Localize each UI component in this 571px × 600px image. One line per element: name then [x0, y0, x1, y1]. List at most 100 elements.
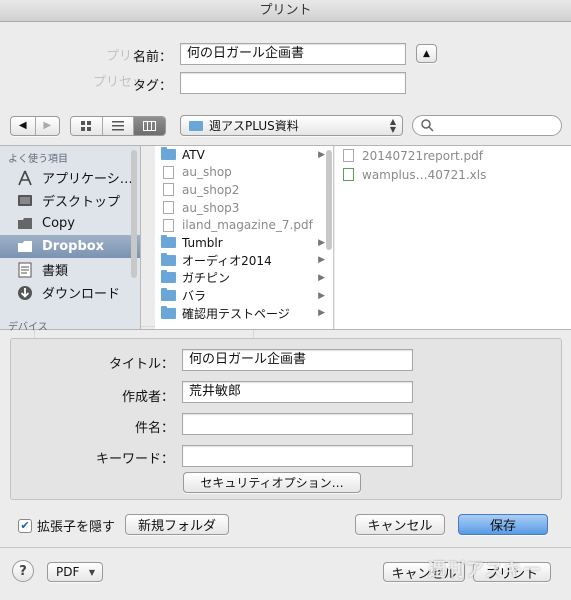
sidebar-scrollbar[interactable]	[131, 150, 137, 278]
item-name: 20140721report.pdf	[362, 148, 484, 163]
list-item[interactable]: au_shop	[155, 164, 333, 182]
keywords-label: キーワード：	[95, 452, 174, 467]
sidebar-item-label: Copy	[42, 216, 75, 231]
sidebar-item-downloads[interactable]: ダウンロード	[0, 281, 140, 304]
sidebar-item-copy[interactable]: Copy	[0, 212, 140, 235]
spreadsheet-icon	[343, 168, 354, 181]
disclosure-arrow-icon: ▶	[318, 272, 325, 283]
item-name: バラ	[182, 289, 207, 304]
disclosure-arrow-icon: ▶	[318, 290, 325, 301]
subject-label: 件名：	[134, 421, 174, 436]
checkbox-checked-icon[interactable]: ✔	[18, 518, 32, 533]
list-item[interactable]: Tumblr ▶	[155, 234, 333, 252]
folder-icon	[161, 235, 176, 249]
list-item[interactable]: ガチピン ▶	[155, 269, 333, 287]
collapse-button[interactable]: ▲	[416, 44, 437, 63]
list-item[interactable]: wamplus…40721.xls	[335, 165, 571, 184]
pdf-menu-label: PDF	[56, 565, 80, 579]
watermark-logo: 週刊アスキー	[428, 560, 542, 581]
disclosure-arrow-icon: ▶	[318, 149, 325, 160]
sidebar: よく使う項目 アプリケーシ… デスクトップ Copy Dropbox 書類 ダウ…	[0, 146, 141, 333]
sidebar-item-desktop[interactable]: デスクトップ	[0, 189, 140, 212]
author-label: 作成者：	[121, 390, 174, 405]
forward-arrow-icon[interactable]: ▶	[36, 117, 60, 135]
item-name: ガチピン	[182, 271, 231, 286]
sidebar-item-label: Dropbox	[42, 239, 105, 254]
back-arrow-icon[interactable]: ◀	[11, 117, 36, 135]
column-1-scrollbar[interactable]	[326, 150, 332, 250]
list-item[interactable]: バラ ▶	[155, 287, 333, 305]
folder-icon	[161, 252, 176, 266]
browser-column-2: 20140721report.pdf wamplus…40721.xls	[335, 146, 571, 329]
save-button[interactable]: 保存	[458, 514, 548, 535]
sidebar-header-devices: デバイス	[8, 322, 48, 333]
author-field[interactable]: 荒井敏郎	[182, 381, 413, 403]
item-name: Tumblr	[182, 235, 223, 250]
tag-label: タグ：	[132, 79, 172, 94]
sidebar-header-favorites: よく使う項目	[8, 154, 68, 165]
downloads-icon	[16, 285, 34, 301]
folder-icon	[16, 239, 34, 255]
location-popup[interactable]: 週アスPLUS資料 ▲ ▼	[180, 115, 403, 136]
list-item[interactable]: 確認用テストページ ▶	[155, 304, 333, 322]
columns-icon	[143, 121, 157, 131]
title-field[interactable]: 何の日ガール企画書	[182, 349, 413, 371]
hide-extension-label: 拡張子を隠す	[37, 520, 116, 535]
list-item[interactable]: iland_magazine_7.pdf	[155, 216, 333, 234]
applications-icon	[16, 170, 34, 186]
back-forward-control[interactable]: ◀ ▶	[10, 116, 60, 136]
updown-chevron-icon: ▲ ▼	[389, 116, 396, 134]
item-name: iland_magazine_7.pdf	[182, 218, 313, 233]
file-icon	[163, 201, 174, 215]
help-icon: ?	[19, 563, 27, 579]
new-folder-button[interactable]: 新規フォルダ	[125, 514, 229, 535]
file-icon	[163, 165, 174, 179]
disclosure-arrow-icon: ▶	[318, 308, 325, 319]
list-view-button[interactable]	[102, 117, 135, 135]
documents-icon	[16, 262, 34, 278]
keywords-field[interactable]	[182, 445, 413, 467]
sidebar-item-applications[interactable]: アプリケーシ…	[0, 166, 140, 189]
folder-icon	[16, 216, 34, 232]
name-field[interactable]: 何の日ガール企画書	[180, 43, 406, 65]
pdf-menu-button[interactable]: PDF ▼	[47, 562, 103, 582]
view-mode-control[interactable]	[70, 116, 166, 136]
cancel-button[interactable]: キャンセル	[355, 514, 445, 535]
tag-field[interactable]	[180, 72, 406, 94]
chevron-up-icon: ▲	[423, 48, 430, 59]
item-name: wamplus…40721.xls	[362, 167, 487, 182]
search-icon	[421, 119, 434, 132]
folder-icon	[161, 305, 176, 319]
name-label: 名前：	[132, 50, 172, 65]
icon-view-button[interactable]	[71, 117, 103, 135]
subject-field[interactable]	[182, 413, 413, 435]
list-item[interactable]: 20140721report.pdf	[335, 146, 571, 165]
file-icon	[343, 149, 354, 162]
search-field[interactable]	[412, 115, 562, 136]
item-name: 確認用テストページ	[182, 306, 290, 321]
file-icon	[163, 218, 174, 232]
help-button[interactable]: ?	[12, 560, 34, 582]
divider	[0, 547, 571, 548]
list-item[interactable]: au_shop2	[155, 181, 333, 199]
sidebar-item-dropbox[interactable]: Dropbox	[0, 235, 140, 258]
list-item[interactable]: ATV ▶	[155, 146, 333, 164]
column-view-button[interactable]	[134, 117, 165, 135]
security-options-button[interactable]: セキュリティオプション…	[183, 472, 361, 493]
sidebar-item-label: デスクトップ	[42, 195, 121, 210]
hide-extension-control[interactable]: ✔ 拡張子を隠す	[18, 516, 115, 535]
item-name: au_shop2	[182, 182, 240, 197]
sidebar-item-documents[interactable]: 書類	[0, 258, 140, 281]
list-item[interactable]: オーディオ2014 ▶	[155, 252, 333, 270]
item-name: au_shop3	[182, 200, 240, 215]
chevron-down-icon: ▼	[88, 567, 95, 577]
divider	[0, 329, 571, 330]
disclosure-arrow-icon: ▶	[318, 255, 325, 266]
location-label: 週アスPLUS資料	[209, 119, 299, 133]
folder-icon	[161, 270, 176, 284]
list-item[interactable]: au_shop3	[155, 199, 333, 217]
desktop-icon	[16, 193, 34, 209]
file-icon	[163, 183, 174, 197]
folder-icon	[161, 288, 176, 302]
folder-icon	[161, 147, 176, 161]
